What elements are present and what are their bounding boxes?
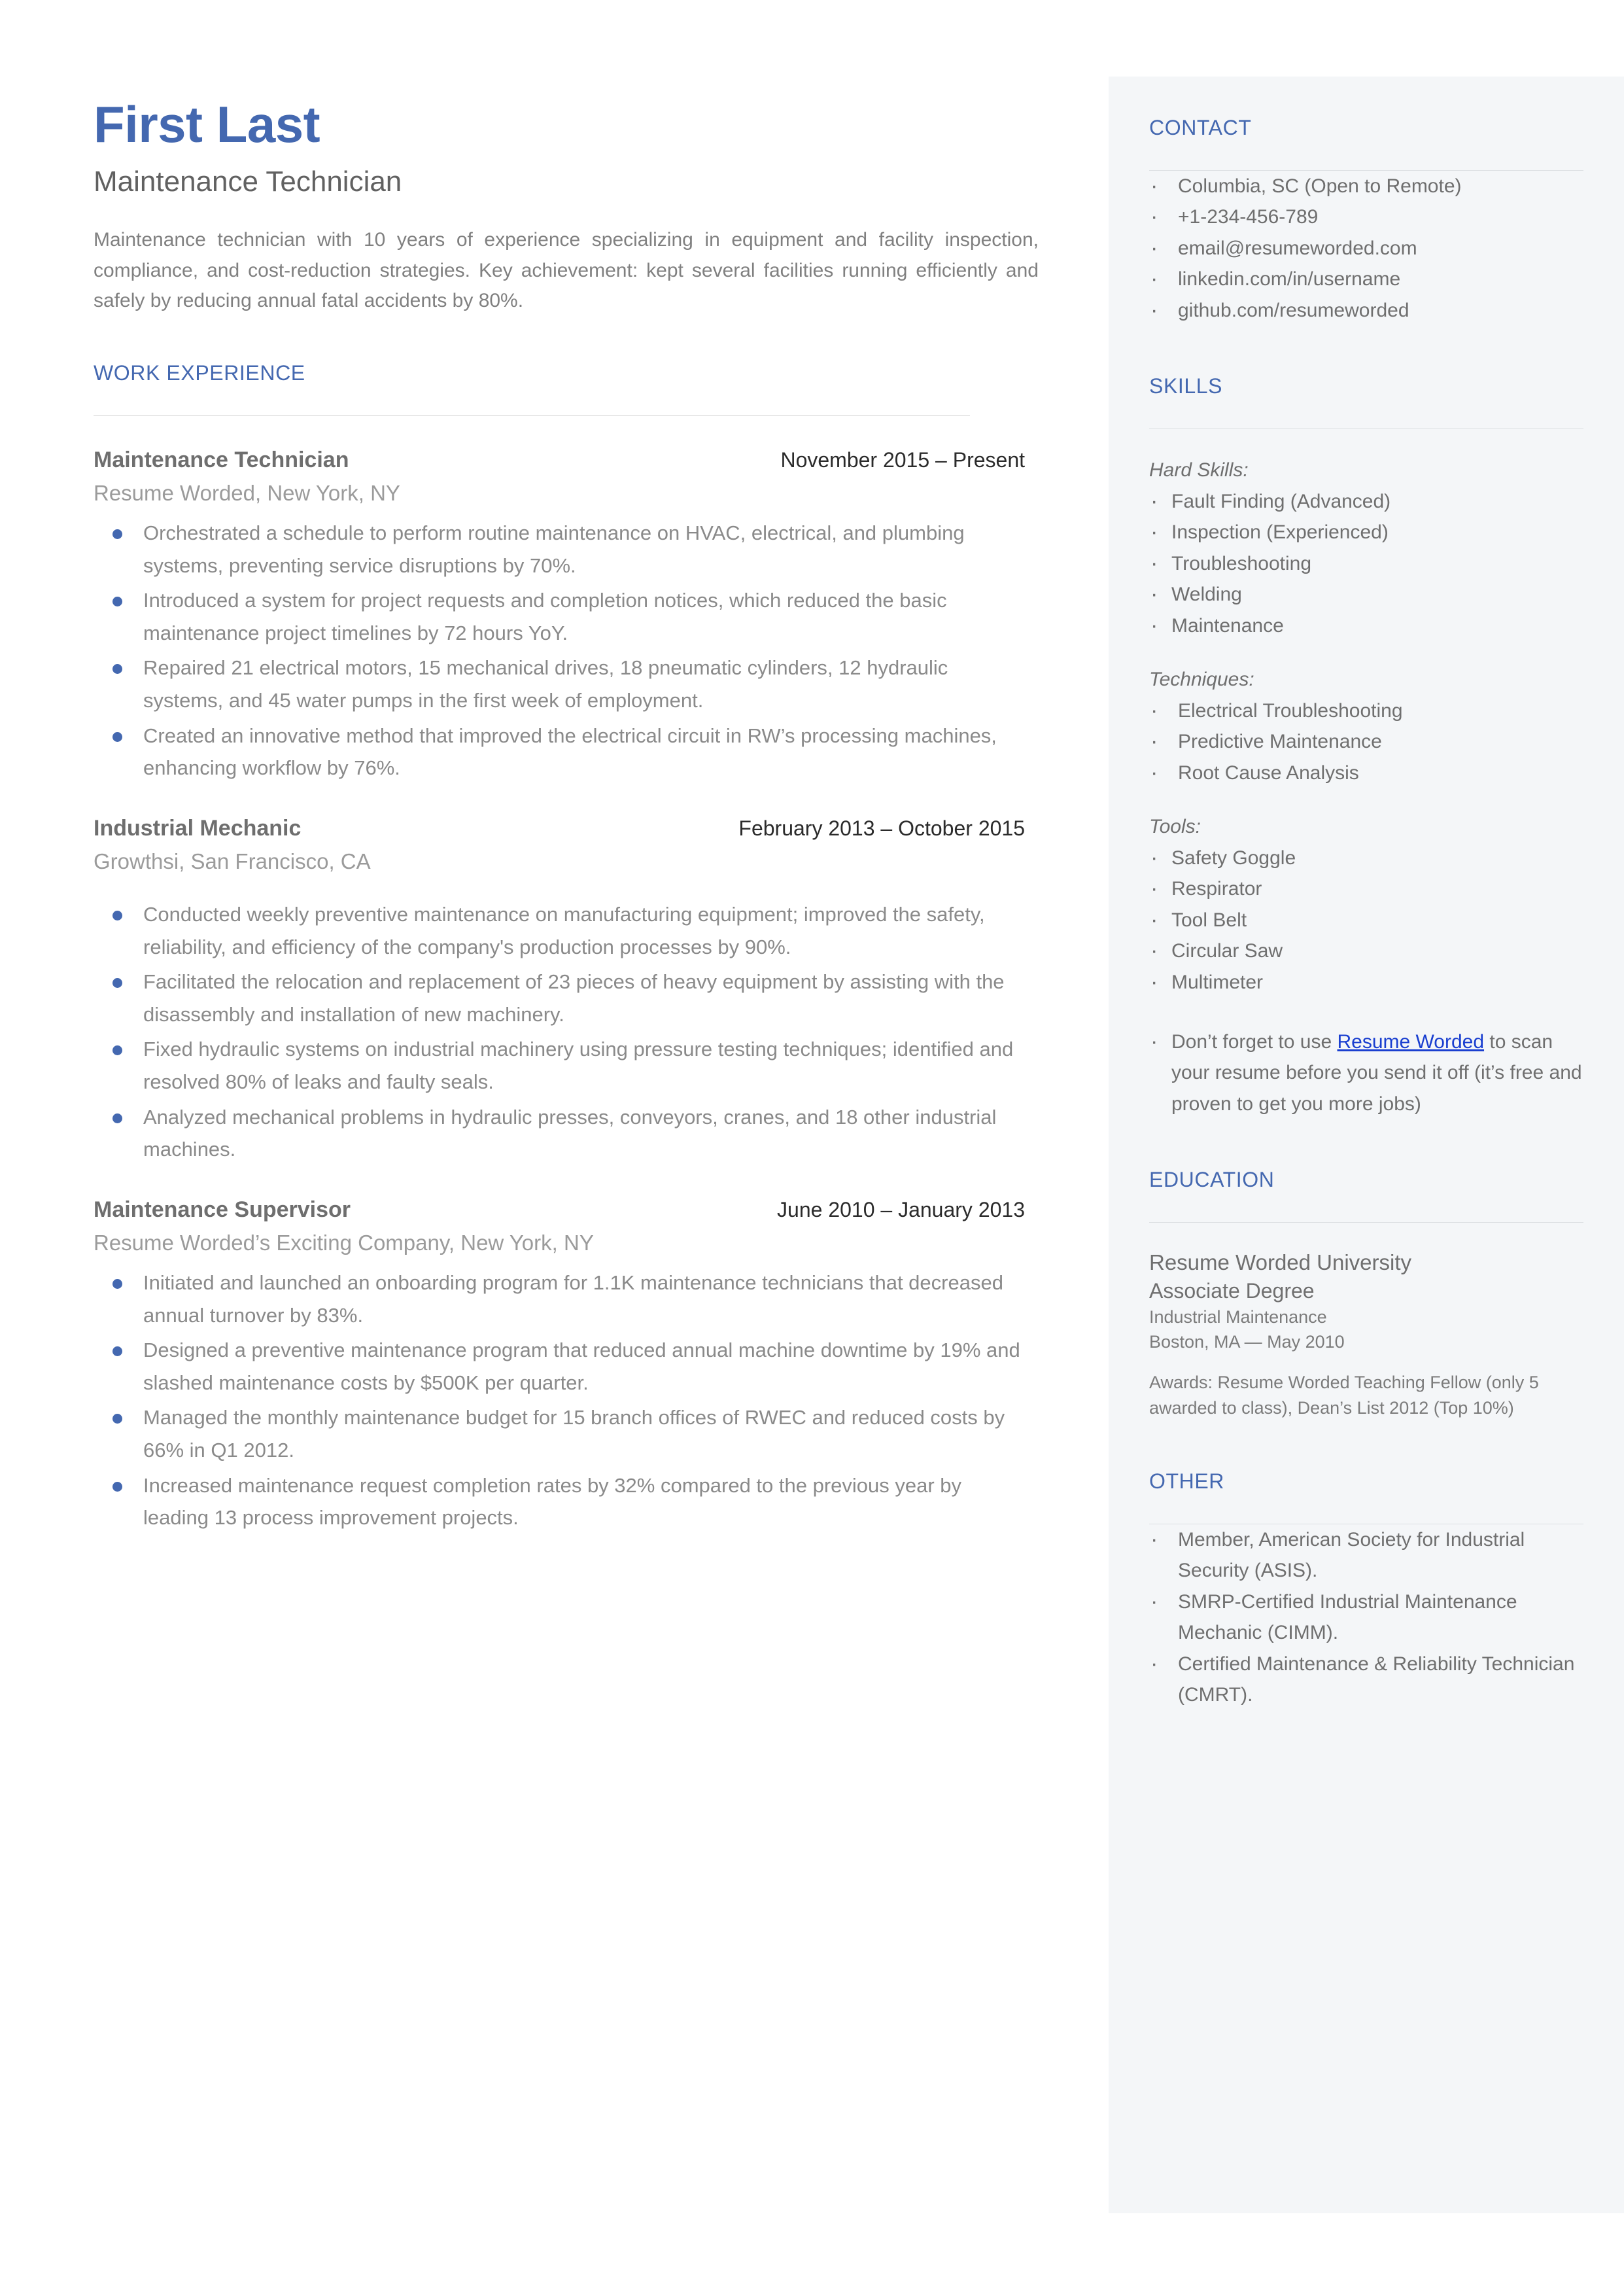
candidate-name: First Last	[94, 96, 320, 153]
job-bullet: Fixed hydraulic systems on industrial ma…	[94, 1033, 1029, 1098]
job-company: Growthsi, San Francisco, CA	[94, 849, 371, 873]
skill-item: Circular Saw	[1149, 934, 1583, 969]
sidebar-divider-education	[1149, 1222, 1583, 1223]
contact-github[interactable]: github.com/resumeworded	[1149, 293, 1583, 328]
skill-item: Predictive Maintenance	[1149, 724, 1583, 760]
section-title-work-experience: WORK EXPERIENCE	[94, 360, 305, 385]
job-bullet-list: Initiated and launched an onboarding pro…	[94, 1267, 1029, 1534]
job-entry: Industrial Mechanic February 2013 – Octo…	[94, 816, 1029, 1166]
skill-group-hard-skills: Hard Skills: Fault Finding (Advanced) In…	[1149, 455, 1583, 644]
skill-group-tools: Tools: Safety Goggle Respirator Tool Bel…	[1149, 812, 1583, 1000]
promo-text-before: Don’t forget to use	[1171, 1031, 1338, 1053]
job-bullet-list: Orchestrated a schedule to perform routi…	[94, 517, 1029, 784]
job-bullet-list: Conducted weekly preventive maintenance …	[94, 898, 1029, 1166]
education-entry: Resume Worded University Associate Degre…	[1149, 1249, 1583, 1421]
sidebar-section-education: EDUCATION Resume Worded University Assoc…	[1149, 1168, 1583, 1421]
sidebar-section-skills: SKILLS Hard Skills: Fault Finding (Advan…	[1149, 374, 1583, 1119]
job-bullet: Increased maintenance request completion…	[94, 1469, 1029, 1534]
skill-item: Safety Goggle	[1149, 841, 1583, 876]
job-company: Resume Worded’s Exciting Company, New Yo…	[94, 1230, 594, 1255]
skill-item: Inspection (Experienced)	[1149, 515, 1583, 550]
skill-list: Fault Finding (Advanced) Inspection (Exp…	[1149, 484, 1583, 644]
skill-list: Safety Goggle Respirator Tool Belt Circu…	[1149, 841, 1583, 1000]
contact-location: Columbia, SC (Open to Remote)	[1149, 169, 1583, 204]
resume-worded-link[interactable]: Resume Worded	[1337, 1031, 1484, 1053]
skill-item: Root Cause Analysis	[1149, 756, 1583, 791]
skill-group-label: Tools:	[1149, 816, 1201, 838]
skill-item: Tool Belt	[1149, 903, 1583, 938]
candidate-summary: Maintenance technician with 10 years of …	[94, 229, 1039, 312]
sidebar: CONTACT Columbia, SC (Open to Remote) +1…	[1109, 77, 1624, 2213]
skill-group-label: Hard Skills:	[1149, 459, 1249, 481]
education-field: Industrial Maintenance	[1149, 1307, 1327, 1327]
promo-note: Don’t forget to use Resume Worded to sca…	[1149, 1025, 1583, 1119]
job-header-row: Maintenance Supervisor June 2010 – Janua…	[94, 1197, 1025, 1223]
job-bullet: Introduced a system for project requests…	[94, 584, 1029, 649]
education-degree: Associate Degree	[1149, 1279, 1315, 1303]
other-item: Certified Maintenance & Reliability Tech…	[1149, 1647, 1583, 1711]
job-company: Resume Worded, New York, NY	[94, 480, 400, 505]
resume-page: First Last Maintenance Technician Mainte…	[0, 0, 1624, 2295]
job-bullet: Initiated and launched an onboarding pro…	[94, 1267, 1029, 1331]
job-entry: Maintenance Supervisor June 2010 – Janua…	[94, 1197, 1029, 1534]
job-bullet: Repaired 21 electrical motors, 15 mechan…	[94, 652, 1029, 716]
contact-list: Columbia, SC (Open to Remote) +1-234-456…	[1149, 169, 1583, 328]
skill-item: Electrical Troubleshooting	[1149, 693, 1583, 729]
job-entry: Maintenance Technician November 2015 – P…	[94, 447, 1029, 784]
job-title: Maintenance Supervisor	[94, 1197, 351, 1222]
main-column: First Last Maintenance Technician Mainte…	[94, 96, 1039, 1537]
contact-phone[interactable]: +1-234-456-789	[1149, 200, 1583, 235]
job-bullet: Conducted weekly preventive maintenance …	[94, 898, 1029, 963]
other-list: Member, American Society for Industrial …	[1149, 1522, 1583, 1711]
job-bullet: Created an innovative method that improv…	[94, 720, 1029, 784]
contact-email[interactable]: email@resumeworded.com	[1149, 231, 1583, 266]
contact-linkedin[interactable]: linkedin.com/in/username	[1149, 262, 1583, 297]
sidebar-section-other: OTHER Member, American Society for Indus…	[1149, 1469, 1583, 1710]
job-header-row: Maintenance Technician November 2015 – P…	[94, 447, 1025, 473]
skill-group-label: Techniques:	[1149, 668, 1254, 690]
job-title: Industrial Mechanic	[94, 815, 302, 841]
job-bullet: Orchestrated a schedule to perform routi…	[94, 517, 1029, 582]
job-header-row: Industrial Mechanic February 2013 – Octo…	[94, 816, 1025, 841]
skill-item: Respirator	[1149, 871, 1583, 907]
job-dates: February 2013 – October 2015	[738, 816, 1025, 840]
job-dates: June 2010 – January 2013	[777, 1197, 1025, 1221]
candidate-headline: Maintenance Technician	[94, 165, 402, 198]
other-item: SMRP-Certified Industrial Maintenance Me…	[1149, 1585, 1583, 1649]
skill-item: Multimeter	[1149, 965, 1583, 1000]
job-title: Maintenance Technician	[94, 447, 349, 472]
sidebar-title-education: EDUCATION	[1149, 1168, 1275, 1192]
other-item: Member, American Society for Industrial …	[1149, 1522, 1583, 1586]
education-school: Resume Worded University	[1149, 1250, 1412, 1275]
skill-list: Electrical Troubleshooting Predictive Ma…	[1149, 693, 1583, 791]
sidebar-title-contact: CONTACT	[1149, 116, 1252, 139]
education-awards: Awards: Resume Worded Teaching Fellow (o…	[1149, 1372, 1539, 1418]
job-bullet: Managed the monthly maintenance budget f…	[94, 1401, 1029, 1466]
job-bullet: Facilitated the relocation and replaceme…	[94, 966, 1029, 1030]
sidebar-title-skills: SKILLS	[1149, 374, 1223, 398]
section-divider-work-experience	[94, 415, 970, 416]
skill-item: Welding	[1149, 577, 1583, 612]
sidebar-section-contact: CONTACT Columbia, SC (Open to Remote) +1…	[1149, 116, 1583, 328]
job-bullet: Designed a preventive maintenance progra…	[94, 1334, 1029, 1399]
skill-item: Fault Finding (Advanced)	[1149, 484, 1583, 519]
skill-item: Maintenance	[1149, 608, 1583, 643]
sidebar-title-other: OTHER	[1149, 1469, 1224, 1494]
skill-groups: Hard Skills: Fault Finding (Advanced) In…	[1149, 455, 1583, 1000]
education-location-date: Boston, MA — May 2010	[1149, 1331, 1345, 1352]
job-bullet: Analyzed mechanical problems in hydrauli…	[94, 1101, 1029, 1166]
skill-group-techniques: Techniques: Electrical Troubleshooting P…	[1149, 665, 1583, 791]
skill-item: Troubleshooting	[1149, 546, 1583, 582]
job-dates: November 2015 – Present	[780, 447, 1025, 472]
